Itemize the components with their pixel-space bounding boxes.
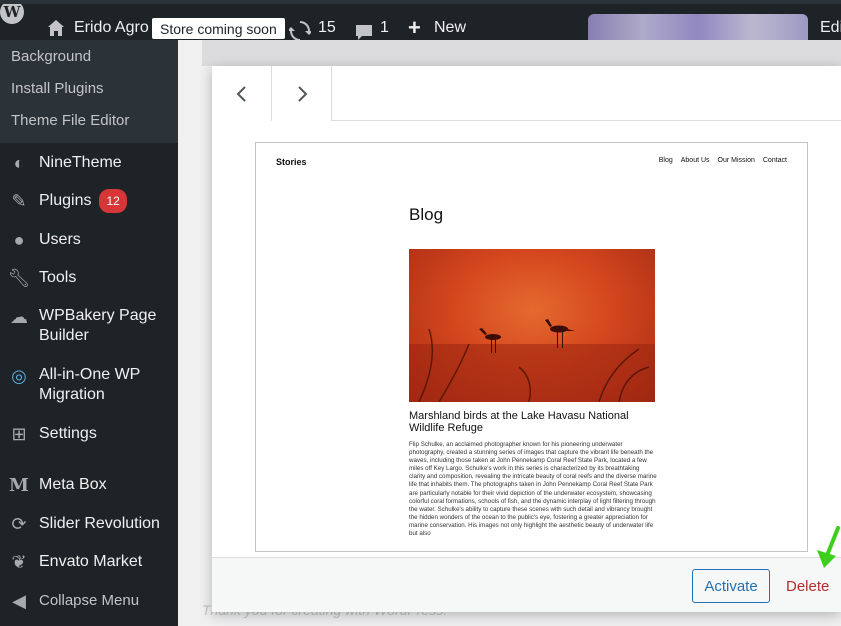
chevron-left-icon — [236, 85, 246, 102]
new-content-link[interactable]: New — [434, 14, 466, 42]
collapse-icon: ◀ — [12, 590, 26, 611]
submenu-item-theme-file-editor[interactable]: Theme File Editor — [11, 112, 129, 129]
sidebar-item-all-in-one-migration[interactable]: ◎ All-in-One WP Migration — [0, 365, 178, 407]
slider-revolution-icon: ⟳ — [11, 513, 27, 534]
envato-icon: ❦ — [11, 551, 27, 572]
modal-footer: Activate Delete — [212, 526, 841, 612]
home-icon[interactable] — [46, 18, 66, 38]
plugins-label: Plugins — [39, 192, 92, 210]
site-name-link[interactable]: Erido Agro — [74, 14, 149, 42]
collapse-menu-button[interactable]: ◀ Collapse Menu — [0, 590, 178, 612]
sidebar-item-label: Tools — [39, 269, 77, 286]
sidebar-item-label: NineTheme — [39, 154, 122, 171]
birds-silhouette-image — [409, 319, 655, 402]
tools-icon: 🔧︎ — [7, 267, 31, 288]
modal-header — [212, 66, 841, 121]
sidebar-item-label: Settings — [39, 425, 97, 442]
appearance-submenu: Background Install Plugins Theme File Ed… — [0, 40, 178, 143]
sidebar-item-envato-market[interactable]: ❦ Envato Market — [0, 551, 178, 573]
users-icon: ● — [13, 229, 25, 250]
migration-label-line1: All-in-One WP — [39, 366, 141, 383]
annotation-arrow-icon — [817, 526, 840, 568]
metabox-icon: M — [9, 474, 29, 496]
plugins-icon: ✎ — [11, 190, 27, 211]
sidebar-item-label: Plugins 12 — [39, 189, 127, 213]
sidebar-item-settings[interactable]: ⊞ Settings — [0, 423, 178, 445]
migration-icon: ◎ — [11, 365, 27, 386]
preview-site-title: Stories — [276, 157, 307, 167]
migration-label-line2: Migration — [39, 386, 105, 403]
sidebar-item-tools[interactable]: 🔧︎ Tools — [0, 267, 178, 289]
theme-screenshot-preview: Stories Blog About Us Our Mission Contac… — [255, 142, 808, 552]
wpbakery-label-line2: Builder — [39, 327, 89, 344]
updates-count[interactable]: 15 — [318, 14, 336, 42]
submenu-item-background[interactable]: Background — [11, 48, 91, 65]
sidebar-item-meta-box[interactable]: M Meta Box — [0, 474, 178, 496]
admin-sidebar: Background Install Plugins Theme File Ed… — [0, 40, 178, 626]
sidebar-item-plugins[interactable]: ✎ Plugins 12 — [0, 189, 178, 213]
preview-nav-item: About Us — [680, 157, 710, 164]
theme-details-modal: Stories Blog About Us Our Mission Contac… — [212, 66, 841, 612]
comments-count[interactable]: 1 — [380, 14, 389, 42]
sidebar-item-label: Collapse Menu — [39, 592, 140, 609]
wpbakery-icon: ☁︎ — [10, 306, 28, 327]
sidebar-item-wpbakery[interactable]: ☁︎ WPBakery Page Builder — [0, 306, 178, 348]
admin-bar-top-border — [0, 0, 841, 4]
sidebar-item-ninetheme[interactable]: ◐ NineTheme — [0, 152, 178, 174]
sidebar-item-label: All-in-One WP Migration — [39, 365, 140, 405]
preview-nav-item: Blog — [658, 157, 673, 164]
preview-featured-image — [409, 249, 655, 402]
preview-nav: Blog About Us Our Mission Contact — [659, 157, 787, 164]
plugins-update-badge: 12 — [99, 189, 127, 213]
chevron-right-icon — [297, 85, 307, 102]
activate-button[interactable]: Activate — [692, 569, 770, 603]
delete-button[interactable]: Delete — [786, 578, 829, 595]
background-content-strip — [202, 40, 841, 66]
preview-post-title: Marshland birds at the Lake Havasu Natio… — [409, 410, 629, 434]
sidebar-item-slider-revolution[interactable]: ⟳ Slider Revolution — [0, 513, 178, 535]
preview-page-title: Blog — [409, 205, 444, 224]
preview-nav-item: Contact — [762, 157, 787, 164]
sidebar-item-label: Meta Box — [39, 476, 107, 493]
sidebar-item-label: WPBakery Page Builder — [39, 306, 156, 346]
submenu-item-install-plugins[interactable]: Install Plugins — [11, 80, 104, 97]
sidebar-item-label: Slider Revolution — [39, 515, 160, 532]
previous-theme-button[interactable] — [212, 66, 272, 121]
plus-icon[interactable]: + — [408, 14, 421, 42]
settings-icon: ⊞ — [11, 423, 27, 444]
preview-post-body: Flip Schulke, an acclaimed photographer … — [409, 441, 657, 538]
sidebar-item-label: Envato Market — [39, 553, 143, 570]
ninetheme-icon: ◐ — [13, 152, 25, 173]
store-coming-soon-badge[interactable]: Store coming soon — [152, 18, 285, 39]
wpbakery-label-line1: WPBakery Page — [39, 307, 157, 324]
next-theme-button[interactable] — [272, 66, 332, 121]
preview-nav-item: Our Mission — [717, 157, 755, 164]
sidebar-item-users[interactable]: ● Users — [0, 229, 178, 251]
edit-link[interactable]: Edi — [820, 14, 841, 42]
sidebar-item-label: Users — [39, 231, 81, 248]
